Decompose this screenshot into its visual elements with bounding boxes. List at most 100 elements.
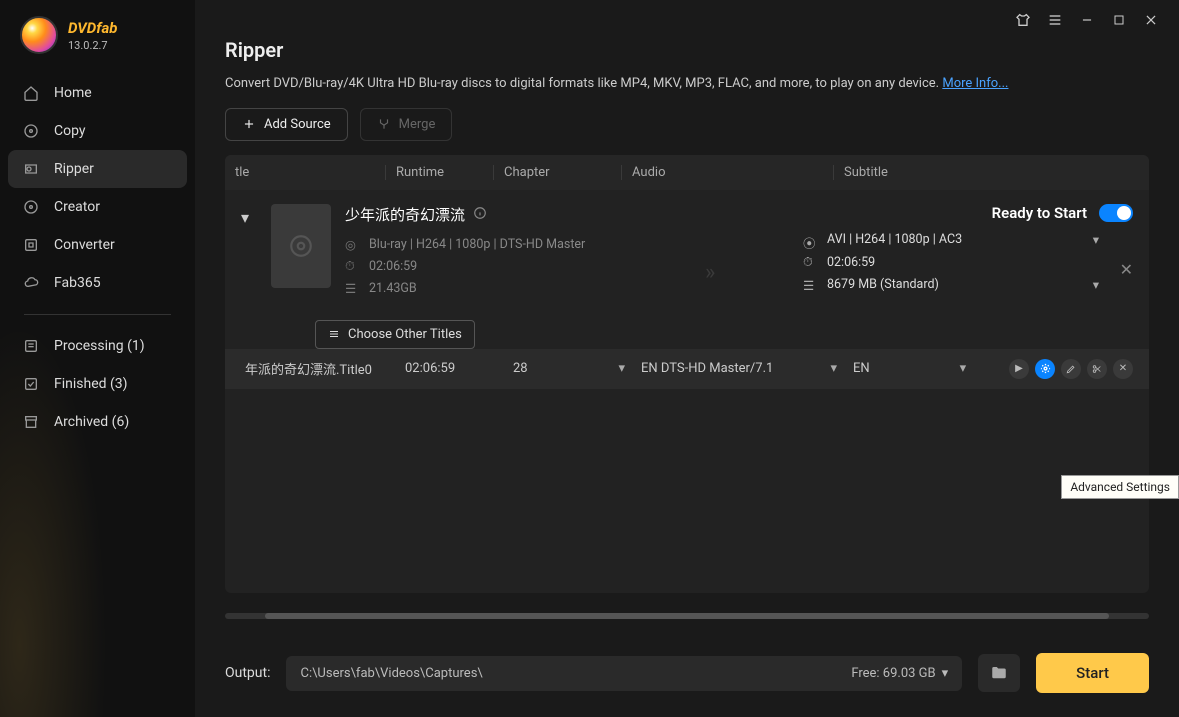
creator-icon (22, 198, 40, 216)
row-runtime: 02:06:59 (397, 361, 505, 376)
app-version: 13.0.2.7 (68, 39, 117, 52)
format-icon: ⦿ (803, 233, 817, 247)
row-chapter-select[interactable]: 28▾ (505, 361, 633, 376)
sidebar-item-label: Ripper (54, 161, 94, 177)
footer: Output: C:\Users\fab\Videos\Captures\ Fr… (195, 639, 1179, 717)
output-runtime: 02:06:59 (827, 255, 875, 270)
sidebar-item-label: Archived (6) (54, 414, 129, 430)
row-subtitle-select[interactable]: EN▾ (853, 361, 966, 376)
app-logo-icon (20, 16, 58, 54)
sidebar-item-label: Converter (54, 237, 115, 253)
sidebar-item-label: Finished (3) (54, 376, 128, 392)
maximize-button[interactable] (1109, 10, 1129, 30)
minimize-button[interactable] (1077, 10, 1097, 30)
column-title: tle (225, 165, 385, 180)
page-description: Convert DVD/Blu-ray/4K Ultra HD Blu-ray … (225, 74, 1149, 94)
logo-block: DVDfab 13.0.2.7 (0, 0, 195, 68)
task-table: tle Runtime Chapter Audio Subtitle ▾ 少年派… (225, 155, 1149, 594)
column-audio: Audio (621, 165, 833, 180)
sidebar-item-fab365[interactable]: Fab365 (8, 264, 187, 302)
scrollbar-thumb[interactable] (265, 613, 1109, 619)
ripper-icon (22, 160, 40, 178)
chevron-down-icon: ▾ (618, 361, 625, 376)
sidebar-item-processing[interactable]: Processing (1) (8, 327, 187, 365)
output-path-field[interactable]: C:\Users\fab\Videos\Captures\ Free: 69.0… (286, 656, 962, 691)
sidebar-item-label: Creator (54, 199, 100, 215)
column-chapter: Chapter (493, 165, 621, 180)
enable-toggle[interactable] (1099, 204, 1133, 222)
sidebar-item-label: Home (54, 85, 92, 101)
source-spec: Blu-ray | H264 | 1080p | DTS-HD Master (369, 237, 585, 252)
sidebar-item-creator[interactable]: Creator (8, 188, 187, 226)
archive-icon (22, 413, 40, 431)
status-text: Ready to Start (992, 204, 1087, 222)
task-title: 少年派的奇幻漂流 (345, 204, 465, 225)
row-audio-select[interactable]: EN DTS-HD Master/7.1▾ (633, 361, 845, 376)
disc-icon (22, 122, 40, 140)
merge-icon (377, 117, 391, 131)
column-runtime: Runtime (385, 165, 493, 180)
sidebar-item-ripper[interactable]: Ripper (8, 150, 187, 188)
source-runtime: 02:06:59 (369, 259, 417, 274)
sidebar-item-home[interactable]: Home (8, 74, 187, 112)
storage-icon: ☰ (803, 278, 817, 292)
horizontal-scrollbar[interactable] (225, 613, 1149, 619)
window-titlebar (1013, 0, 1179, 40)
clock-icon: ⏱ (345, 259, 359, 273)
chevron-down-icon[interactable]: ▾ (1093, 232, 1133, 248)
collapse-button[interactable]: ▾ (241, 204, 257, 296)
play-preview-button[interactable]: ▶ (1009, 359, 1029, 379)
sidebar: DVDfab 13.0.2.7 Home Copy Ripper Creator… (0, 0, 195, 717)
sidebar-item-label: Fab365 (54, 275, 101, 291)
merge-button[interactable]: Merge (360, 108, 453, 141)
source-size: 21.43GB (369, 281, 417, 296)
free-space: Free: 69.03 GB (851, 666, 935, 681)
trim-button[interactable] (1087, 359, 1107, 379)
list-icon (22, 337, 40, 355)
output-size: 8679 MB (Standard) (827, 277, 939, 292)
cloud-icon (22, 274, 40, 292)
poster-placeholder (271, 204, 331, 288)
sidebar-item-label: Copy (54, 123, 86, 139)
chevron-down-icon[interactable]: ▾ (942, 666, 949, 681)
app-name: DVDfab (68, 19, 117, 37)
output-spec: AVI | H264 | 1080p | AC3 (827, 232, 962, 247)
sidebar-item-label: Processing (1) (54, 338, 145, 354)
arrow-right-icon: » (705, 260, 715, 285)
sidebar-item-finished[interactable]: Finished (3) (8, 365, 187, 403)
converter-icon (22, 236, 40, 254)
check-icon (22, 375, 40, 393)
table-header: tle Runtime Chapter Audio Subtitle (225, 155, 1149, 190)
row-title: 年派的奇幻漂流.Title0 (237, 359, 397, 378)
sidebar-item-archived[interactable]: Archived (6) (8, 403, 187, 441)
column-subtitle: Subtitle (833, 165, 1149, 180)
edit-button[interactable] (1061, 359, 1081, 379)
tooltip-advanced-settings: Advanced Settings (1061, 475, 1179, 499)
sidebar-item-converter[interactable]: Converter (8, 226, 187, 264)
browse-folder-button[interactable] (978, 654, 1020, 692)
menu-icon[interactable] (1045, 10, 1065, 30)
disc-icon: ◎ (345, 237, 359, 251)
home-icon (22, 84, 40, 102)
skin-icon[interactable] (1013, 10, 1033, 30)
main-panel: Ripper Convert DVD/Blu-ray/4K Ultra HD B… (195, 0, 1179, 717)
toolbar: Add Source Merge (195, 108, 1179, 155)
more-info-link[interactable]: More Info... (942, 76, 1008, 91)
clock-icon: ⏱ (803, 255, 817, 269)
plus-icon (242, 117, 256, 131)
remove-row-button[interactable]: ✕ (1113, 359, 1133, 379)
start-button[interactable]: Start (1036, 653, 1149, 693)
disc-icon (288, 233, 314, 259)
remove-task-button[interactable]: ✕ (1120, 260, 1133, 279)
advanced-settings-button[interactable] (1035, 359, 1055, 379)
choose-other-titles-button[interactable]: Choose Other Titles (315, 320, 475, 349)
close-button[interactable] (1141, 10, 1161, 30)
output-label: Output: (225, 665, 270, 681)
info-icon[interactable] (473, 205, 487, 224)
storage-icon: ☰ (345, 281, 359, 295)
folder-icon (990, 664, 1008, 682)
sidebar-item-copy[interactable]: Copy (8, 112, 187, 150)
chevron-down-icon[interactable]: ▾ (1093, 277, 1133, 293)
add-source-button[interactable]: Add Source (225, 108, 348, 141)
title-row[interactable]: 年派的奇幻漂流.Title0 02:06:59 28▾ EN DTS-HD Ma… (225, 349, 1149, 389)
